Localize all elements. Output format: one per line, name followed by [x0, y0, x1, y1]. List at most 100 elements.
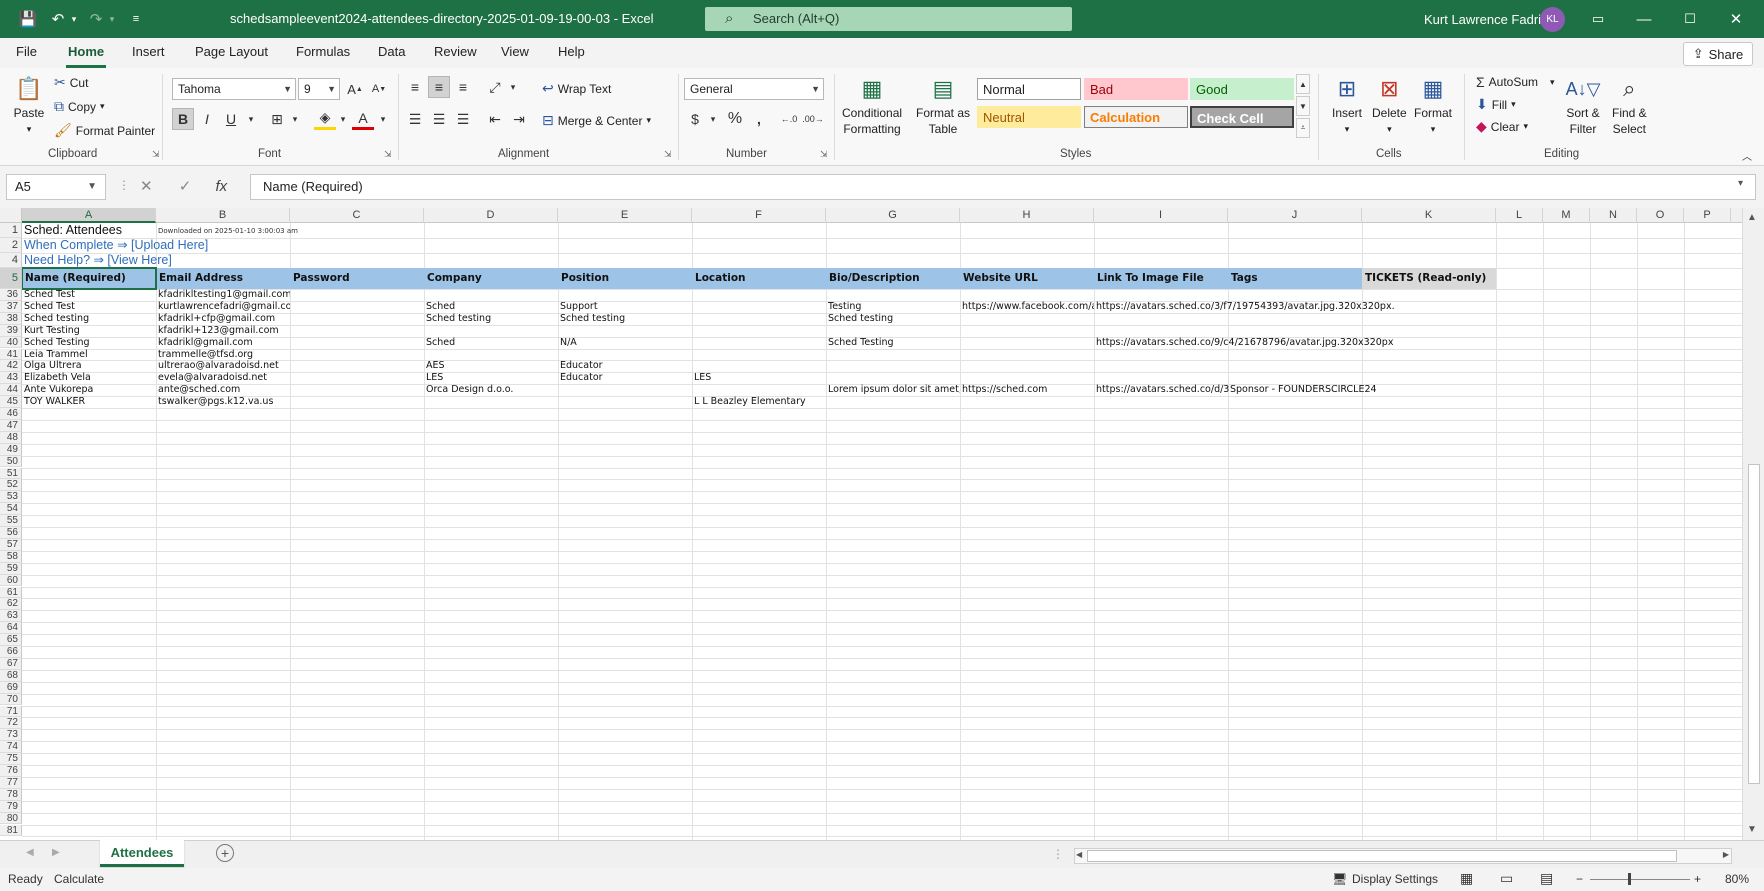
undo-dropdown-icon[interactable]: ▾	[64, 9, 84, 29]
format-as-table-button[interactable]: ▤ Format as Table	[916, 74, 970, 137]
vertical-scrollbar[interactable]: ▲ ▼	[1742, 208, 1764, 840]
sort-filter-button[interactable]: A↓▽ Sort & Filter	[1566, 74, 1601, 136]
tab-insert[interactable]: Insert	[132, 44, 165, 59]
redo-dropdown-icon[interactable]: ▾	[102, 9, 122, 29]
header-cell[interactable]: TICKETS (Read-only)	[1362, 268, 1496, 289]
align-right-icon[interactable]: ☰	[452, 108, 474, 130]
align-bottom-icon[interactable]: ≡	[452, 76, 474, 98]
sheet-title-cell[interactable]: Sched: Attendees	[22, 223, 156, 238]
tab-home[interactable]: Home	[65, 44, 107, 68]
close-icon[interactable]: ✕	[1722, 7, 1750, 31]
row-header-41[interactable]: 41	[0, 348, 22, 361]
decrease-decimal-icon[interactable]: .00→	[802, 108, 824, 130]
copy-button[interactable]: ⧉ Copy ▾	[54, 98, 105, 115]
table-cell[interactable]: Leia Trammel	[22, 349, 156, 361]
table-cell[interactable]: kfadrikl@gmail.com	[156, 337, 290, 349]
table-cell[interactable]: Educator	[558, 360, 692, 372]
user-name[interactable]: Kurt Lawrence Fadri	[1424, 12, 1541, 27]
cancel-icon[interactable]: ✕	[140, 178, 153, 195]
table-cell[interactable]: ante@sched.com	[156, 384, 290, 396]
row-header-55[interactable]: 55	[0, 515, 22, 527]
table-cell[interactable]: Sched Test	[22, 289, 156, 301]
underline-button[interactable]: U	[220, 108, 242, 130]
table-cell[interactable]: Testing	[826, 301, 960, 313]
table-cell[interactable]: LES	[424, 372, 558, 384]
table-cell[interactable]: trammelle@tfsd.org	[156, 349, 290, 361]
page-break-view-icon[interactable]: ▤	[1540, 870, 1553, 887]
currency-dropdown-icon[interactable]: ▾	[702, 108, 724, 130]
column-header-b[interactable]: B	[156, 208, 290, 223]
worksheet-grid[interactable]: ABCDEFGHIJKLMNOP 1 2 4 5 36 37 38 39 40 41 42 43 44 4…	[0, 208, 1764, 840]
add-sheet-icon[interactable]: +	[216, 844, 234, 862]
row-header-42[interactable]: 42	[0, 360, 22, 373]
row-header-62[interactable]: 62	[0, 598, 22, 611]
clipboard-launcher-icon[interactable]: ⇲	[152, 149, 160, 160]
table-cell[interactable]: evela@alvaradoisd.net	[156, 372, 290, 384]
table-cell[interactable]: Ante Vukorepa	[22, 384, 156, 396]
collapse-ribbon-icon[interactable]: ︿	[1736, 144, 1758, 166]
column-header-m[interactable]: M	[1543, 208, 1590, 223]
column-header-d[interactable]: D	[424, 208, 558, 223]
enter-icon[interactable]: ✓	[179, 178, 192, 195]
number-format-select[interactable]: General ▼	[684, 78, 824, 100]
table-cell[interactable]: Sched testing	[558, 313, 692, 325]
column-header-k[interactable]: K	[1362, 208, 1496, 223]
table-cell[interactable]: kfadrikl+123@gmail.com	[156, 325, 290, 337]
column-header-i[interactable]: I	[1094, 208, 1228, 223]
row-header-36[interactable]: 36	[0, 289, 22, 301]
table-cell[interactable]: LES	[692, 372, 992, 384]
table-cell[interactable]: Kurt Testing	[22, 325, 156, 337]
row-header-66[interactable]: 66	[0, 646, 22, 658]
clear-button[interactable]: ◆ Clear ▾	[1476, 118, 1528, 135]
header-cell[interactable]: Tags	[1228, 268, 1362, 289]
row-header-69[interactable]: 69	[0, 681, 22, 694]
styles-scroll-up-icon[interactable]: ▲	[1296, 74, 1310, 94]
maximize-icon[interactable]: ☐	[1676, 7, 1704, 31]
save-icon[interactable]: 💾	[18, 9, 38, 29]
increase-font-icon[interactable]: A ▲	[344, 78, 366, 100]
status-calculate[interactable]: Calculate	[54, 872, 104, 886]
tab-help[interactable]: Help	[558, 44, 585, 59]
scroll-down-icon[interactable]: ▼	[1747, 824, 1757, 835]
avatar[interactable]: KL	[1540, 7, 1565, 32]
header-cell[interactable]: Password	[290, 268, 424, 289]
format-cells-button[interactable]: ▦ Format ▾	[1414, 74, 1452, 136]
font-launcher-icon[interactable]: ⇲	[384, 149, 392, 160]
style-check-cell[interactable]: Check Cell	[1190, 106, 1294, 128]
table-cell[interactable]: Sched Testing	[826, 337, 960, 349]
table-cell[interactable]: ultrerao@alvaradoisd.net	[156, 360, 290, 372]
name-box[interactable]: A5 ▼	[6, 174, 106, 200]
font-size-select[interactable]: 9 ▼	[298, 78, 340, 100]
merge-center-button[interactable]: ⊟ Merge & Center ▾	[542, 112, 651, 129]
table-cell[interactable]: Olga Ultrera	[22, 360, 156, 372]
delete-cells-button[interactable]: ⊠ Delete ▾	[1372, 74, 1407, 136]
row-header-49[interactable]: 49	[0, 443, 22, 456]
row-header-43[interactable]: 43	[0, 372, 22, 385]
row-header-1[interactable]: 1	[0, 223, 22, 238]
display-settings-button[interactable]: Display Settings	[1352, 872, 1438, 886]
table-cell[interactable]: kfadrikltesting1@gmail.com	[156, 289, 290, 301]
table-cell[interactable]: tswalker@pgs.k12.va.us	[156, 396, 290, 408]
font-color-icon[interactable]: A	[352, 108, 374, 130]
style-neutral[interactable]: Neutral	[977, 106, 1081, 128]
styles-scroll-down-icon[interactable]: ▼	[1296, 96, 1310, 116]
format-painter-button[interactable]: 🖌 Format Painter	[54, 122, 155, 139]
table-cell[interactable]: kfadrikl+cfp@gmail.com	[156, 313, 290, 325]
wrap-text-button[interactable]: ↩ Wrap Text	[542, 80, 611, 97]
row-header-65[interactable]: 65	[0, 634, 22, 646]
ribbon-display-icon[interactable]: ▭	[1584, 7, 1612, 31]
alignment-launcher-icon[interactable]: ⇲	[664, 149, 672, 160]
table-cell[interactable]: https://avatars.sched.co/3/f7/19754393/a…	[1094, 301, 1394, 313]
fill-button[interactable]: ⬇ Fill ▾	[1476, 96, 1516, 113]
row-header-59[interactable]: 59	[0, 562, 22, 575]
header-cell[interactable]: Location	[692, 268, 826, 289]
bold-button[interactable]: B	[172, 108, 194, 130]
italic-button[interactable]: I	[196, 108, 218, 130]
row-header-5[interactable]: 5	[0, 268, 22, 289]
next-sheet-icon[interactable]: ▶	[52, 847, 60, 858]
table-cell[interactable]: L L Beazley Elementary	[692, 396, 992, 408]
formula-input[interactable]: Name (Required)	[250, 174, 1756, 200]
align-top-icon[interactable]: ≡	[404, 76, 426, 98]
table-cell[interactable]: https://www.facebook.com/a	[960, 301, 1094, 313]
column-header-p[interactable]: P	[1684, 208, 1731, 223]
